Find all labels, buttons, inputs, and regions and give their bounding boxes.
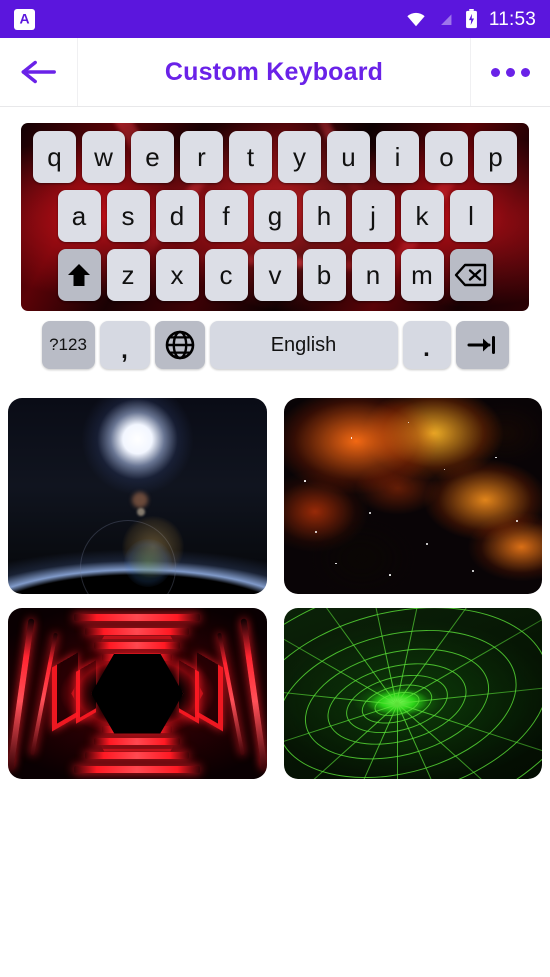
more-options-icon — [506, 67, 515, 77]
app-notif-letter: A — [19, 10, 30, 27]
app-letter-a-icon: A — [14, 8, 35, 30]
back-arrow-icon — [21, 60, 56, 84]
comma-key[interactable]: , — [99, 321, 150, 369]
neon-bar — [74, 766, 201, 773]
keyboard-row-3: z x c v b n m — [25, 249, 525, 301]
shift-key[interactable] — [57, 249, 101, 301]
key-h[interactable]: h — [302, 190, 346, 242]
key-p[interactable]: p — [474, 131, 517, 183]
key-s[interactable]: s — [106, 190, 150, 242]
keyboard-row-1: q w e r t y u i o p — [25, 131, 525, 183]
key-x[interactable]: x — [155, 249, 199, 301]
key-i[interactable]: i — [376, 131, 419, 183]
key-c[interactable]: c — [204, 249, 248, 301]
status-bar-right: 11:53 — [406, 9, 536, 29]
keyboard-bottom-row: ?123 , English . — [0, 311, 550, 381]
key-e[interactable]: e — [131, 131, 174, 183]
key-t[interactable]: t — [229, 131, 272, 183]
key-y[interactable]: y — [278, 131, 321, 183]
theme-cell — [283, 608, 542, 804]
earth-sunrise-theme[interactable] — [8, 398, 267, 594]
shift-arrow-icon — [68, 264, 90, 286]
key-r[interactable]: r — [180, 131, 223, 183]
key-j[interactable]: j — [351, 190, 395, 242]
key-l[interactable]: l — [449, 190, 493, 242]
key-o[interactable]: o — [425, 131, 468, 183]
backspace-icon — [454, 263, 487, 287]
theme-cell — [283, 398, 543, 594]
orange-nebula-theme[interactable] — [283, 398, 543, 594]
globe-language-icon — [165, 330, 194, 360]
key-b[interactable]: b — [302, 249, 346, 301]
backspace-key[interactable] — [449, 249, 493, 301]
globe-language-key[interactable] — [154, 321, 205, 369]
status-bar-clock: 11:53 — [488, 8, 536, 30]
neon-bar — [85, 752, 190, 759]
more-options-icon — [491, 67, 500, 77]
key-z[interactable]: z — [106, 249, 150, 301]
key-g[interactable]: g — [253, 190, 297, 242]
keyboard-preview-section: q w e r t y u i o p a s d f g h j k l z … — [0, 107, 550, 381]
neon-bar — [74, 614, 201, 621]
key-n[interactable]: n — [351, 249, 395, 301]
green-vortex-grid-theme[interactable] — [283, 608, 542, 779]
lens-flare — [137, 507, 146, 516]
page-title: Custom Keyboard — [78, 38, 471, 106]
enter-key[interactable] — [455, 321, 509, 369]
back-button[interactable] — [0, 38, 78, 106]
more-options-button[interactable] — [471, 38, 550, 106]
status-bar: A 11:53 — [0, 0, 550, 38]
signal-icon — [437, 11, 454, 27]
key-u[interactable]: u — [327, 131, 370, 183]
keyboard-row-2: a s d f g h j k l — [25, 190, 525, 242]
key-m[interactable]: m — [400, 249, 444, 301]
status-bar-left: A — [14, 8, 35, 30]
key-a[interactable]: a — [57, 190, 101, 242]
key-k[interactable]: k — [400, 190, 444, 242]
key-v[interactable]: v — [253, 249, 297, 301]
theme-cell — [8, 608, 267, 804]
neon-diagonal — [239, 618, 267, 770]
battery-charging-icon — [465, 9, 477, 29]
tab-arrow-icon — [467, 336, 495, 354]
keyboard-preview[interactable]: q w e r t y u i o p a s d f g h j k l z … — [21, 123, 529, 311]
lens-flare — [132, 492, 149, 509]
lens-ring — [80, 519, 177, 594]
key-q[interactable]: q — [33, 131, 76, 183]
space-key[interactable]: English — [209, 321, 398, 369]
app-bar: Custom Keyboard — [0, 38, 550, 106]
symbols-key[interactable]: ?123 — [41, 321, 95, 369]
theme-grid — [0, 381, 550, 804]
key-f[interactable]: f — [204, 190, 248, 242]
vortex-spoke — [397, 703, 399, 779]
theme-cell — [8, 398, 267, 594]
key-w[interactable]: w — [82, 131, 125, 183]
period-key[interactable]: . — [402, 321, 451, 369]
star-field — [284, 398, 543, 594]
neon-bar — [85, 628, 190, 635]
key-d[interactable]: d — [155, 190, 199, 242]
wifi-icon — [407, 12, 425, 27]
red-neon-tunnel-theme[interactable] — [8, 608, 267, 779]
more-options-icon — [521, 67, 530, 77]
